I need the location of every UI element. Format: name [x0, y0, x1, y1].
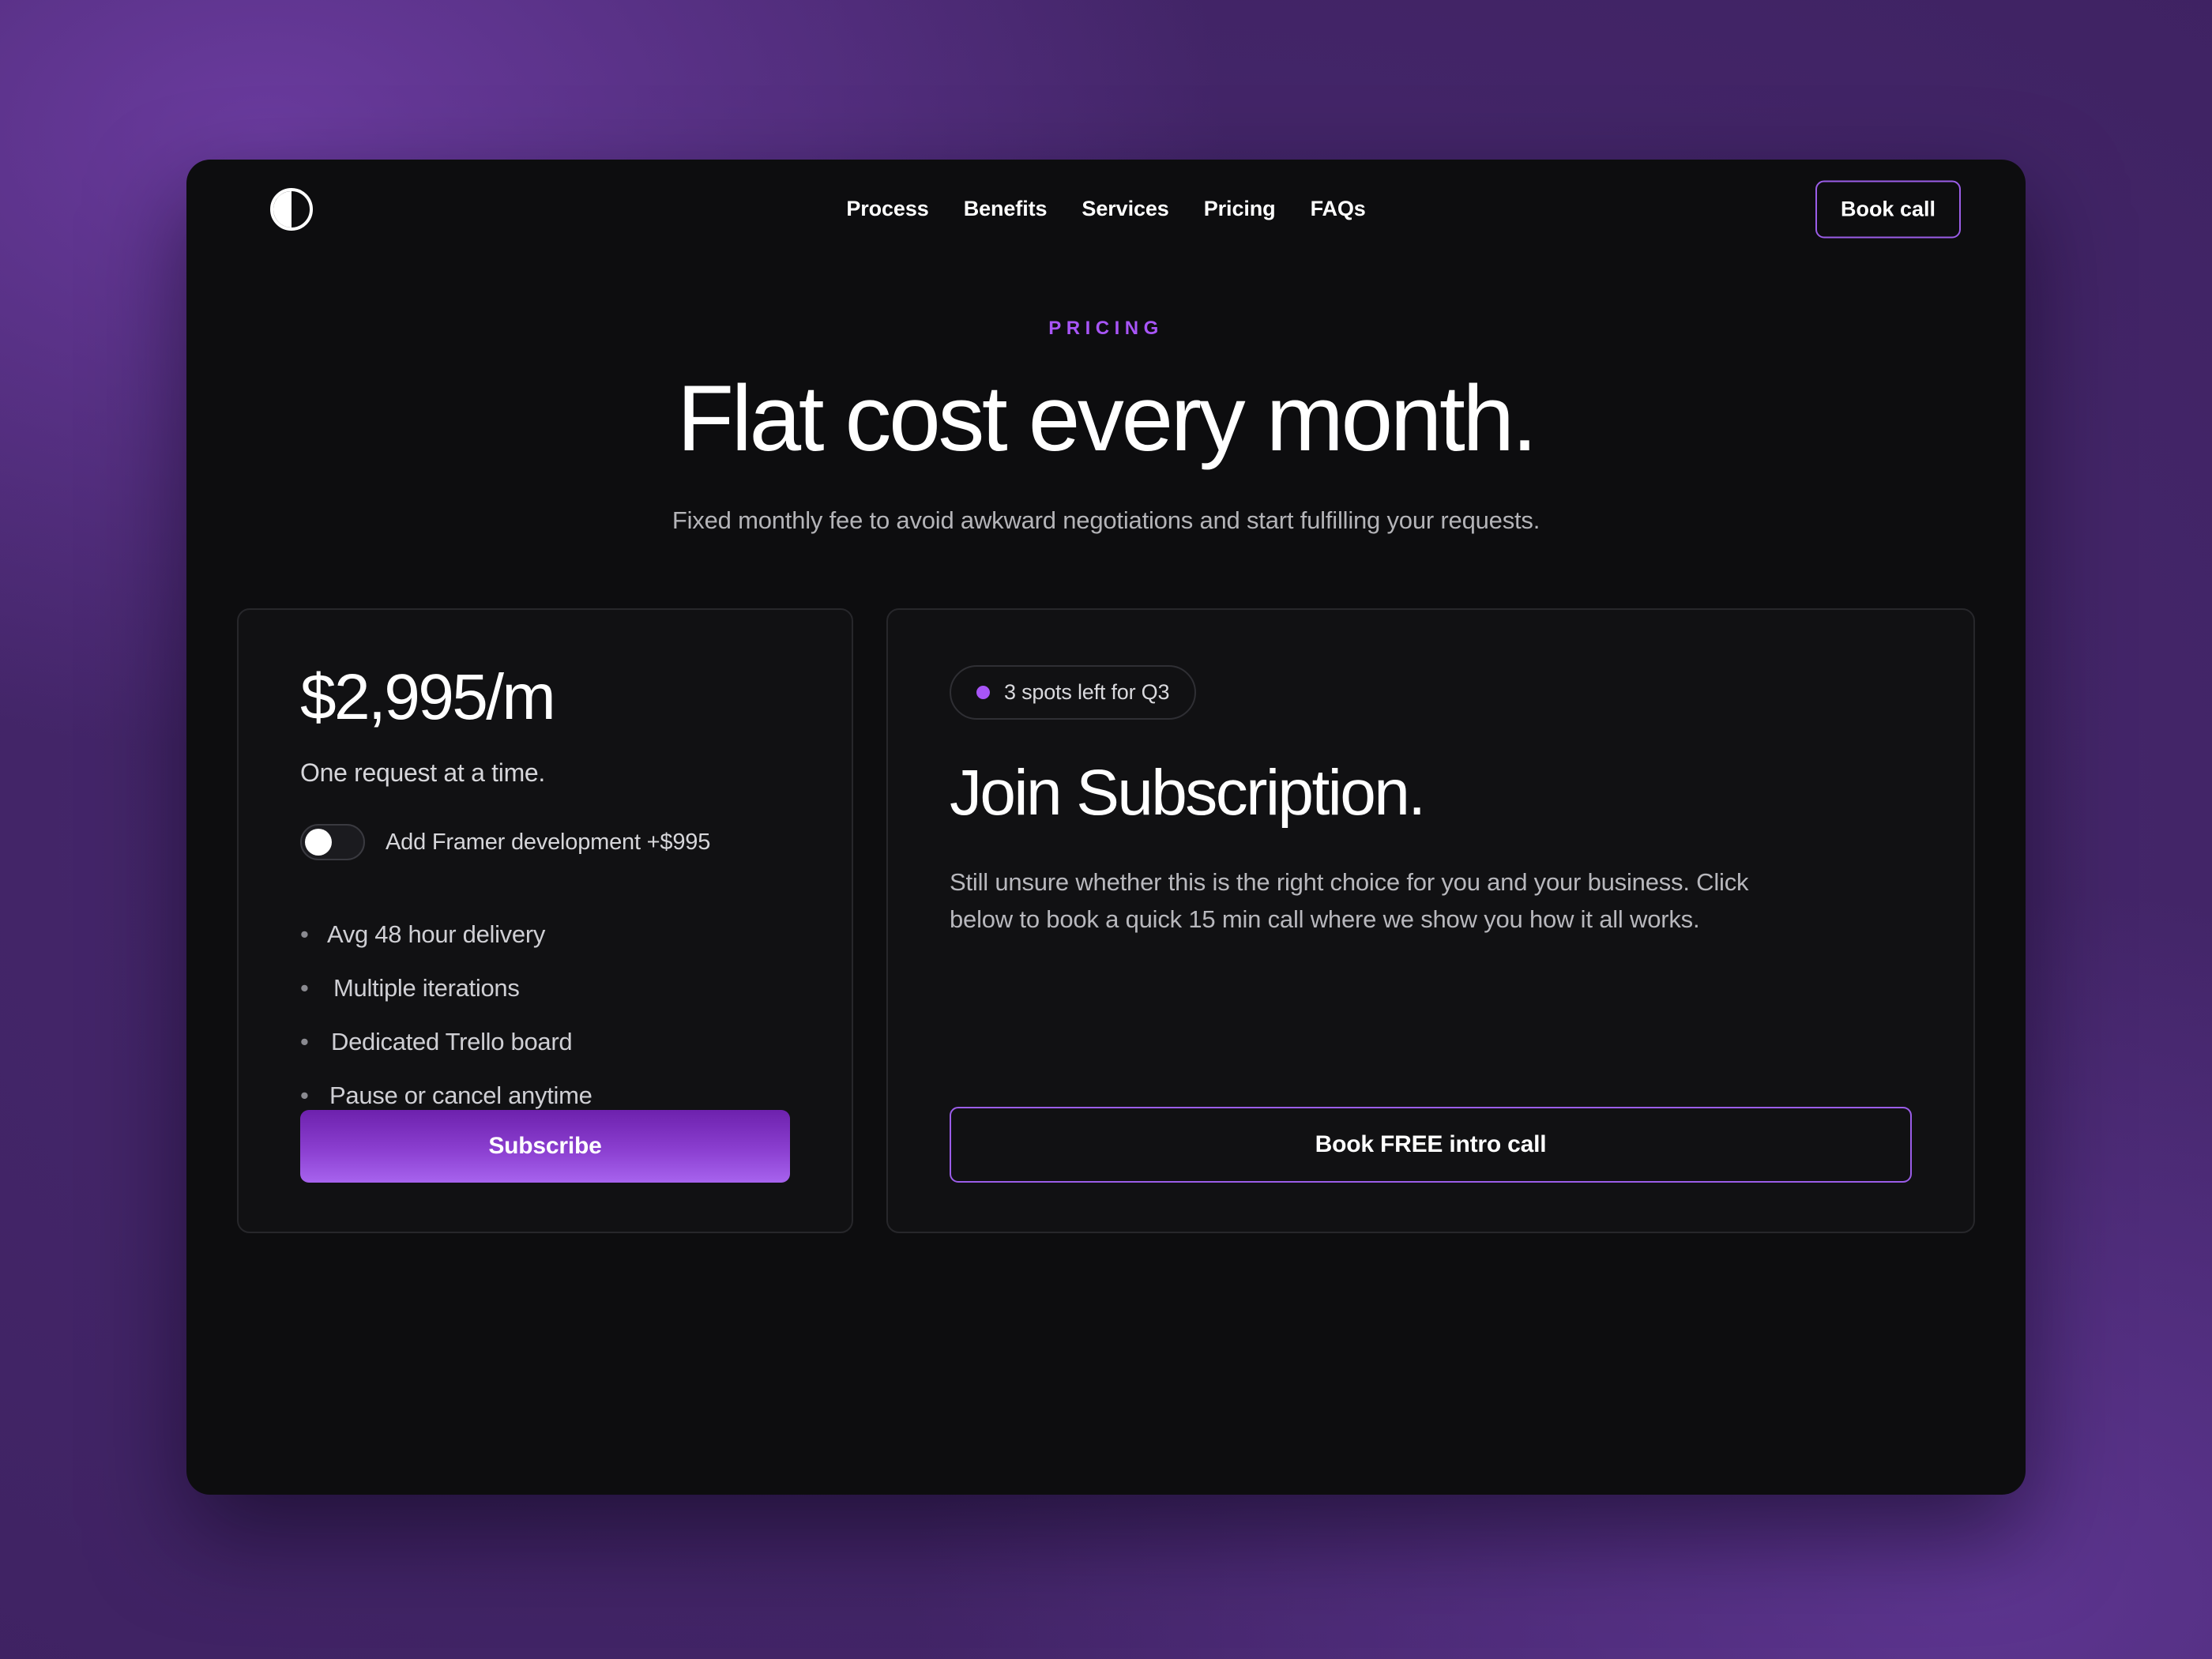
feature-label: Pause or cancel anytime: [329, 1082, 592, 1110]
feature-label: Multiple iterations: [333, 974, 520, 1003]
price-card: $2,995/m One request at a time. Add Fram…: [237, 608, 853, 1234]
subscribe-button[interactable]: Subscribe: [300, 1110, 790, 1183]
book-call-button[interactable]: Book call: [1815, 180, 1961, 238]
book-free-intro-call-button[interactable]: Book FREE intro call: [950, 1107, 1912, 1183]
nav-link-faqs[interactable]: FAQs: [1311, 197, 1366, 221]
pricing-cards-row: $2,995/m One request at a time. Add Fram…: [186, 608, 2026, 1234]
list-item: • Pause or cancel anytime: [300, 1082, 790, 1110]
price-amount: $2,995/m: [300, 661, 556, 734]
addon-row: Add Framer development +$995: [300, 824, 790, 861]
bullet-icon: •: [300, 974, 309, 1003]
main-nav: Process Benefits Services Pricing FAQs: [846, 197, 1365, 221]
join-subscription-card: 3 spots left for Q3 Join Subscription. S…: [886, 608, 1975, 1234]
feature-list: • Avg 48 hour delivery • Multiple iterat…: [300, 920, 790, 1110]
addon-label: Add Framer development +$995: [386, 829, 711, 855]
hero-section: PRICING Flat cost every month. Fixed mon…: [186, 258, 2026, 535]
status-badge: 3 spots left for Q3: [950, 665, 1197, 720]
purple-dot-icon: [976, 686, 990, 700]
join-card-body: Still unsure whether this is the right c…: [950, 868, 1749, 934]
nav-link-benefits[interactable]: Benefits: [964, 197, 1048, 221]
status-badge-label: 3 spots left for Q3: [1004, 680, 1170, 705]
site-header: Process Benefits Services Pricing FAQs B…: [186, 160, 2026, 258]
hero-subtitle: Fixed monthly fee to avoid awkward negot…: [672, 506, 1540, 535]
nav-link-services[interactable]: Services: [1082, 197, 1168, 221]
nav-link-pricing[interactable]: Pricing: [1204, 197, 1276, 221]
page-title: Flat cost every month.: [677, 367, 1537, 471]
list-item: • Avg 48 hour delivery: [300, 920, 790, 949]
app-window: Process Benefits Services Pricing FAQs B…: [186, 160, 2026, 1495]
feature-label: Avg 48 hour delivery: [327, 920, 546, 949]
half-circle-contrast-icon[interactable]: [270, 187, 313, 231]
framer-addon-toggle[interactable]: [300, 824, 365, 861]
section-eyebrow: PRICING: [1048, 318, 1164, 339]
list-item: • Multiple iterations: [300, 974, 790, 1003]
feature-label: Dedicated Trello board: [331, 1028, 573, 1056]
nav-link-process[interactable]: Process: [846, 197, 928, 221]
list-item: • Dedicated Trello board: [300, 1028, 790, 1056]
bullet-icon: •: [300, 920, 309, 949]
bullet-icon: •: [300, 1082, 309, 1110]
join-card-title: Join Subscription.: [950, 757, 1426, 830]
bullet-icon: •: [300, 1028, 309, 1056]
price-tagline: One request at a time.: [300, 758, 546, 788]
toggle-knob: [305, 829, 332, 856]
